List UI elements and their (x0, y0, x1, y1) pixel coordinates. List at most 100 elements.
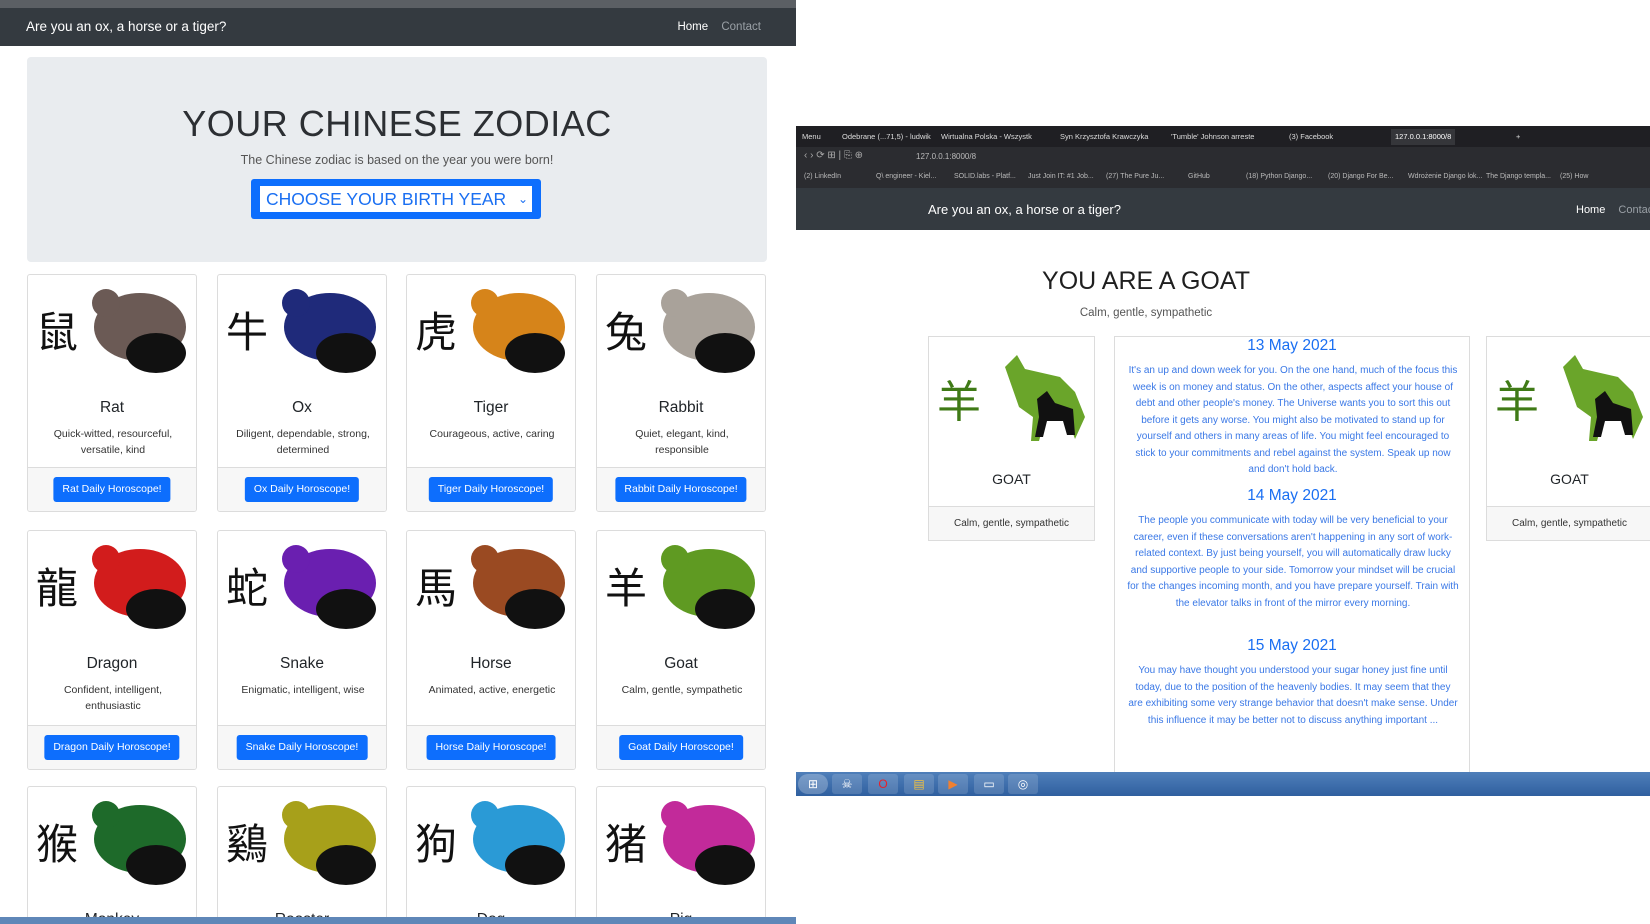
zodiac-char: 牛 (226, 308, 268, 357)
browser-tab-bar: Menu Odebrane (...71,5) - ludwik Wirtualna… (796, 126, 1650, 147)
zodiac-card-footer: Dragon Daily Horoscope! (28, 725, 196, 769)
goat-page-navbar: Are you an ox, a horse or a tiger? Home … (796, 188, 1650, 230)
screenshot-stage: Are you an ox, a horse or a tiger? Home … (0, 0, 1650, 924)
window-bottom-bar (0, 917, 801, 924)
goat-char: 羊 (937, 377, 981, 428)
zodiac-char: 馬 (415, 564, 457, 613)
goat-page-nav-contact[interactable]: Contact (1618, 204, 1650, 216)
browser-tab[interactable]: (3) Facebook (1289, 129, 1333, 145)
zodiac-char: 鼠 (36, 308, 78, 357)
daily-horoscope-button[interactable]: Snake Daily Horoscope! (236, 735, 368, 760)
birth-year-select-value: CHOOSE YOUR BIRTH YEAR (266, 189, 507, 209)
goat-page-nav-home[interactable]: Home (1576, 204, 1605, 216)
zodiac-char: 猪 (605, 820, 647, 869)
zodiac-card-goat: 羊 Goat Calm, gentle, sympathetic Goat Daily… (596, 530, 766, 770)
bookmark-item[interactable]: Wdrożenie Django lok... (1408, 173, 1482, 180)
zodiac-char: 兔 (605, 308, 647, 357)
browser-nav-icons[interactable]: ‹ › ⟳ ⊞ | ⎘ ⊕ (804, 150, 863, 161)
url-input[interactable]: 127.0.0.1:8000/8 (916, 152, 976, 161)
folder-icon[interactable]: ▤ (904, 774, 934, 794)
zodiac-char: 狗 (415, 820, 457, 869)
goat-card-name: GOAT (1550, 471, 1589, 487)
daily-horoscope-button[interactable]: Tiger Daily Horoscope! (428, 477, 554, 502)
navbar: Are you an ox, a horse or a tiger? Home … (0, 8, 801, 46)
zodiac-card-pig: 猪Pig (596, 786, 766, 924)
zodiac-card-horse: 馬 Horse Animated, active, energetic Horse D… (406, 530, 576, 770)
terminal-icon[interactable]: ▭ (974, 774, 1004, 794)
bookmark-item[interactable]: Just Join IT: #1 Job... (1028, 173, 1094, 180)
bookmark-item[interactable]: (27) The Pure Ju... (1106, 173, 1164, 180)
browser-tab-label: Odebrane (...71,5) - ludwik (842, 132, 931, 141)
bookmark-item[interactable]: (25) How (1560, 173, 1588, 180)
goat-page-subtitle: Calm, gentle, sympathetic (1079, 307, 1213, 319)
horse-icon: 馬 (415, 545, 565, 629)
daily-horoscope-button[interactable]: Rat Daily Horoscope! (53, 477, 171, 502)
page-title: YOUR CHINESE ZODIAC (182, 103, 612, 144)
bookmark-item[interactable]: GitHub (1188, 173, 1210, 180)
zodiac-card-title: Ox (292, 399, 312, 416)
daily-horoscope-button[interactable]: Goat Daily Horoscope! (619, 735, 743, 760)
browser-tab[interactable]: Menu (802, 129, 821, 145)
zodiac-card-title: Horse (470, 655, 512, 672)
goat-page-title: YOU ARE A GOAT (1042, 267, 1250, 295)
zodiac-card-traits: Enigmatic, intelligent, wise (241, 684, 365, 696)
bookmark-item[interactable]: (18) Python Django... (1246, 173, 1312, 180)
birth-year-select-wrapper[interactable]: CHOOSE YOUR BIRTH YEAR ⌄ (251, 179, 541, 219)
snake-icon: 蛇 (226, 545, 376, 629)
daily-horoscope-button[interactable]: Rabbit Daily Horoscope! (615, 477, 747, 502)
goat-icon: 羊 (1495, 355, 1643, 441)
dragon-icon: 龍 (36, 545, 186, 629)
jumbotron: YOUR CHINESE ZODIAC The Chinese zodiac i… (27, 57, 767, 262)
bookmark-item[interactable]: The Django templa... (1486, 173, 1551, 180)
browser-tab[interactable]: 127.0.0.1:8000/8 (1391, 129, 1456, 145)
zodiac-card-footer: Tiger Daily Horoscope! (407, 467, 575, 511)
bookmark-item[interactable]: SOLID.labs - Platf... (954, 173, 1016, 180)
goat-page-brand[interactable]: Are you an ox, a horse or a tiger? (928, 202, 1121, 217)
monkey-icon: 猴 (36, 801, 186, 885)
horoscope-panel[interactable]: 13 May 2021 It's an up and down week for … (1114, 336, 1470, 774)
daily-horoscope-button[interactable]: Horse Daily Horoscope! (426, 735, 556, 760)
goat-icon: 羊 (605, 545, 755, 629)
ox-icon: 牛 (226, 289, 376, 373)
zodiac-card-traits: Animated, active, energetic (428, 684, 556, 696)
taskbar-app-icon[interactable]: ☠ (832, 774, 862, 794)
network-icon[interactable]: ◎ (1008, 774, 1038, 794)
zodiac-card-title: Rabbit (658, 399, 704, 416)
zodiac-card-traits: Quick-witted, resourceful, versatile, ki… (53, 428, 173, 456)
browser-tab[interactable]: Syn Krzysztofa Krawczyka (1060, 129, 1148, 145)
browser-tab-label: 127.0.0.1:8000/8 (1395, 132, 1452, 141)
tiger-icon: 虎 (415, 289, 565, 373)
nav-home-link[interactable]: Home (677, 21, 708, 33)
zodiac-card-title: Tiger (473, 399, 509, 416)
daily-horoscope-button[interactable]: Dragon Daily Horoscope! (44, 735, 180, 760)
browser-tab[interactable]: Wirtualna Polska - Wszystk (941, 129, 1032, 145)
bookmark-item[interactable]: (20) Django For Be... (1328, 173, 1393, 180)
zodiac-card-traits: Quiet, elegant, kind, responsible (635, 428, 729, 456)
start-button-icon[interactable]: ⊞ (798, 774, 828, 794)
zodiac-card-snake: 蛇 Snake Enigmatic, intelligent, wise Snake … (217, 530, 387, 770)
bookmark-item[interactable]: (2) LinkedIn (804, 173, 841, 180)
zodiac-card-title: Rat (99, 399, 125, 416)
zodiac-card-traits: Confident, intelligent, enthusiastic (63, 684, 163, 712)
zodiac-card-footer: Snake Daily Horoscope! (218, 725, 386, 769)
new-tab-icon[interactable]: + (1516, 129, 1520, 145)
zodiac-card-rabbit: 兔 Rabbit Quiet, elegant, kind, responsible… (596, 274, 766, 512)
media-player-icon[interactable]: ▶ (938, 774, 968, 794)
browser-tab[interactable]: Odebrane (...71,5) - ludwik (842, 129, 931, 145)
birth-year-select[interactable]: CHOOSE YOUR BIRTH YEAR ⌄ (259, 185, 533, 213)
rabbit-icon: 兔 (605, 289, 755, 373)
zodiac-card-title: Snake (280, 655, 324, 672)
zodiac-char: 虎 (415, 308, 457, 357)
zodiac-home-page: Are you an ox, a horse or a tiger? Home … (0, 0, 801, 924)
horoscope-text: You may have thought you understood your… (1128, 665, 1458, 726)
browser-tab[interactable]: 'Tumble' Johnson arreste (1171, 129, 1254, 145)
navbar-brand[interactable]: Are you an ox, a horse or a tiger? (26, 19, 226, 34)
daily-horoscope-button[interactable]: Ox Daily Horoscope! (244, 477, 360, 502)
horoscope-text: It's an up and down week for you. On the… (1128, 365, 1458, 475)
nav-links: Home Contact (667, 21, 761, 33)
pig-icon: 猪 (605, 801, 755, 885)
windows-taskbar: ⊞ ☠ O ▤ ▶ ▭ ◎ (796, 772, 1650, 796)
bookmark-item[interactable]: Q\ engineer - Kiel... (876, 173, 936, 180)
opera-icon[interactable]: O (868, 774, 898, 794)
nav-contact-link[interactable]: Contact (721, 21, 761, 33)
